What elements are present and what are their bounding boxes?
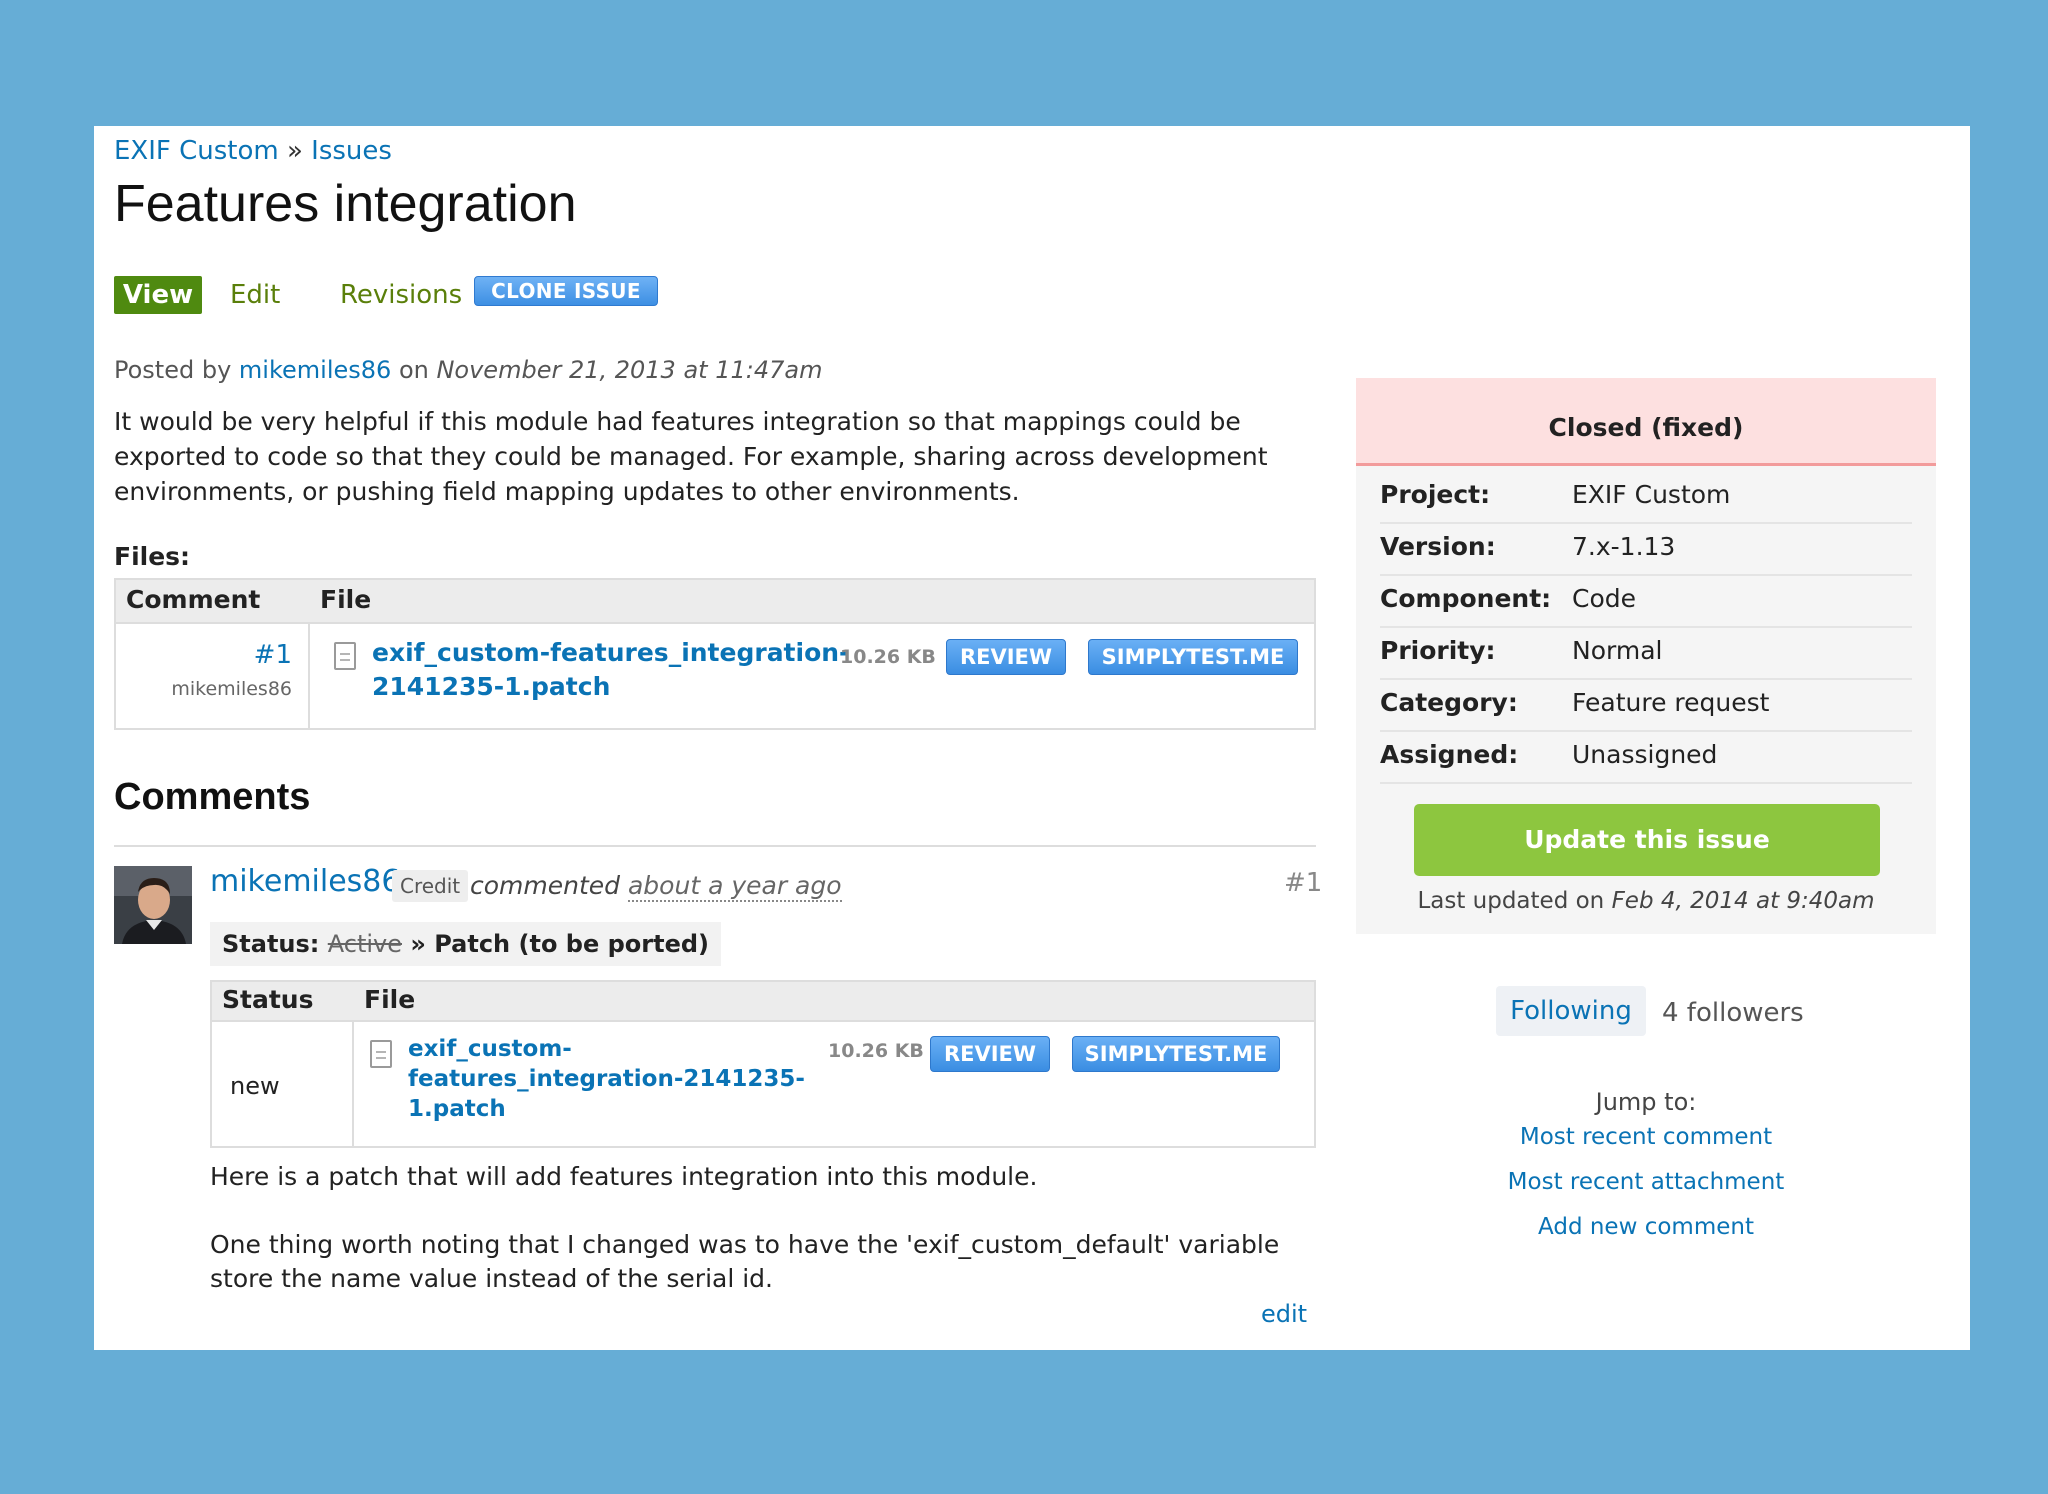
meta-row-priority: Priority: Normal	[1380, 628, 1912, 680]
column-header-comment: Comment	[126, 585, 261, 614]
simplytest-button[interactable]: SIMPLYTEST.ME	[1072, 1036, 1280, 1072]
last-updated-date: Feb 4, 2014 at 9:40am	[1611, 888, 1875, 914]
jump-most-recent-comment-link[interactable]: Most recent comment	[1356, 1124, 1936, 1150]
posted-by-label: Posted by	[114, 356, 239, 384]
review-button[interactable]: REVIEW	[946, 639, 1066, 675]
issue-status-box: Closed (fixed) Project: EXIF Custom Vers…	[1356, 378, 1936, 934]
meta-row-assigned: Assigned: Unassigned	[1380, 732, 1912, 784]
post-meta: Posted by mikemiles86 on November 21, 20…	[114, 356, 822, 384]
comment-edit-link[interactable]: edit	[1261, 1300, 1307, 1328]
column-divider	[352, 1022, 354, 1146]
comment-ref-author: mikemiles86	[171, 678, 292, 700]
comment-body-paragraph: Here is a patch that will add features i…	[210, 1162, 1038, 1191]
column-header-status: Status	[222, 985, 314, 1014]
status-badge: Closed (fixed)	[1356, 378, 1936, 466]
files-table-header: Comment File	[116, 580, 1314, 624]
comment-files-table-header: Status File	[212, 982, 1314, 1022]
comment-meta: commented about a year ago	[470, 871, 842, 902]
credit-badge[interactable]: Credit	[392, 870, 469, 902]
jump-add-new-comment-link[interactable]: Add new comment	[1356, 1214, 1936, 1240]
meta-row-category: Category: Feature request	[1380, 680, 1912, 732]
file-icon	[370, 1040, 392, 1068]
breadcrumb-issues-link[interactable]: Issues	[311, 136, 392, 166]
file-link-line2: features_integration-2141235-	[408, 1066, 805, 1092]
commented-label: commented	[470, 871, 628, 900]
comment-ref-link[interactable]: #1	[254, 640, 292, 670]
following-button[interactable]: Following	[1496, 986, 1646, 1036]
simplytest-button[interactable]: SIMPLYTEST.ME	[1088, 639, 1298, 675]
meta-label: Assigned:	[1380, 740, 1519, 769]
issue-description: It would be very helpful if this module …	[114, 407, 1268, 506]
file-link-line1: exif_custom-features_integration-	[372, 638, 850, 667]
file-link-line2: 2141235-1.patch	[372, 672, 611, 701]
meta-value: Feature request	[1572, 688, 1770, 717]
post-date: November 21, 2013 at 11:47am	[436, 356, 823, 384]
file-link-line1: exif_custom-	[408, 1036, 572, 1062]
breadcrumb-separator: »	[278, 136, 312, 166]
file-icon	[334, 642, 356, 670]
file-link[interactable]: exif_custom-features_integration- 2141235…	[372, 636, 849, 704]
jump-most-recent-attachment-link[interactable]: Most recent attachment	[1356, 1169, 1936, 1195]
comment-permalink[interactable]: #1	[1284, 868, 1322, 898]
issue-page: EXIF Custom » Issues Features integratio…	[94, 126, 1970, 1350]
clone-issue-button[interactable]: CLONE ISSUE	[474, 276, 658, 306]
update-issue-button[interactable]: Update this issue	[1414, 804, 1880, 876]
tab-edit[interactable]: Edit	[230, 276, 280, 314]
comment-files-table: Status File new exif_custom-features_int…	[210, 980, 1316, 1148]
meta-value: Normal	[1572, 636, 1663, 665]
column-header-file: File	[364, 985, 416, 1014]
file-size: 10.26 KB	[828, 1040, 924, 1062]
meta-value: Unassigned	[1572, 740, 1718, 769]
meta-label: Project:	[1380, 480, 1491, 509]
status-change-label: Status:	[222, 930, 328, 958]
meta-label: Priority:	[1380, 636, 1496, 665]
comment-time-link[interactable]: about a year ago	[627, 871, 842, 902]
avatar-image	[114, 866, 192, 944]
files-label: Files:	[114, 542, 191, 571]
meta-row-version: Version: 7.x-1.13	[1380, 524, 1912, 576]
tab-revisions[interactable]: Revisions	[340, 276, 462, 314]
file-link[interactable]: exif_custom-features_integration-2141235…	[408, 1034, 805, 1124]
status-new: Patch (to be ported)	[434, 930, 709, 958]
meta-label: Category:	[1380, 688, 1518, 717]
breadcrumb: EXIF Custom » Issues	[114, 136, 392, 166]
column-divider	[308, 624, 310, 728]
page-title: Features integration	[114, 175, 577, 233]
meta-label: Component:	[1380, 584, 1552, 613]
meta-row-component: Component: Code	[1380, 576, 1912, 628]
file-link-line3: 1.patch	[408, 1096, 506, 1122]
column-header-file: File	[320, 585, 372, 614]
followers-count: 4 followers	[1662, 998, 1804, 1028]
comments-divider	[114, 845, 1316, 847]
last-updated: Last updated on Feb 4, 2014 at 9:40am	[1356, 888, 1936, 914]
file-status: new	[230, 1072, 280, 1100]
comments-heading: Comments	[114, 776, 311, 818]
comment-author-link[interactable]: mikemiles86	[210, 864, 400, 899]
jump-to-label: Jump to:	[1595, 1088, 1697, 1116]
status-change: Status: Active » Patch (to be ported)	[210, 922, 721, 966]
posted-on-label: on	[391, 356, 437, 384]
meta-row-project: Project: EXIF Custom	[1380, 472, 1912, 524]
file-size: 10.26 KB	[840, 646, 936, 668]
post-author-link[interactable]: mikemiles86	[239, 356, 391, 384]
files-table: Comment File #1 mikemiles86 exif_custom-…	[114, 578, 1316, 730]
meta-value: EXIF Custom	[1572, 480, 1731, 509]
meta-value: Code	[1572, 584, 1637, 613]
meta-value: 7.x-1.13	[1572, 532, 1676, 561]
status-arrow: »	[402, 930, 435, 958]
last-updated-label: Last updated on	[1417, 888, 1612, 914]
comment-body-paragraph: One thing worth noting that I changed wa…	[210, 1230, 1280, 1293]
avatar[interactable]	[114, 866, 192, 944]
meta-label: Version:	[1380, 532, 1496, 561]
tab-view[interactable]: View	[114, 276, 202, 314]
status-old: Active	[327, 930, 402, 958]
breadcrumb-project-link[interactable]: EXIF Custom	[114, 136, 279, 166]
review-button[interactable]: REVIEW	[930, 1036, 1050, 1072]
